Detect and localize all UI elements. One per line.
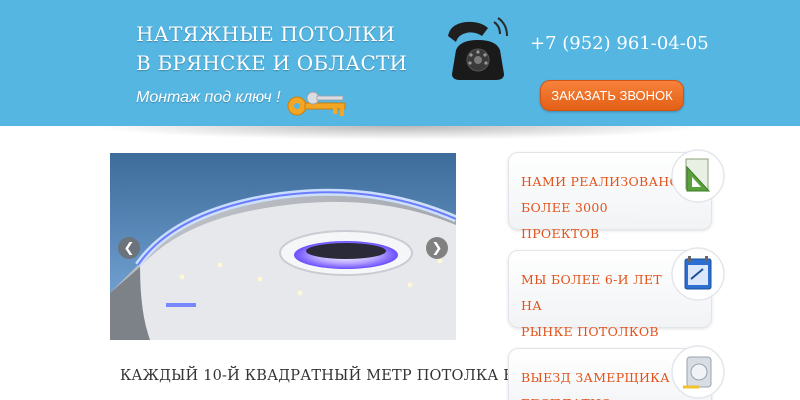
feature-card-text: МЫ БОЛЕЕ 6-И ЛЕТ НА РЫНКЕ ПОТОЛКОВ bbox=[521, 267, 681, 345]
feature-line: БОЛЕЕ 3000 ПРОЕКТОВ bbox=[521, 200, 608, 241]
phone-number[interactable]: +7 (952) 961-04-05 bbox=[530, 33, 709, 54]
site-title-line1: НАТЯЖНЫЕ ПОТОЛКИ bbox=[136, 22, 396, 46]
slider-next-button[interactable]: ❯ bbox=[426, 237, 448, 259]
keys-icon bbox=[287, 91, 346, 116]
feature-card-text: ВЫЕЗД ЗАМЕРЩИКА БЕСПЛАТНО bbox=[521, 365, 681, 400]
retro-phone-icon bbox=[448, 17, 508, 80]
feature-line: РЫНКЕ ПОТОЛКОВ bbox=[521, 324, 659, 339]
site-header: НАТЯЖНЫЕ ПОТОЛКИ В БРЯНСКЕ И ОБЛАСТИ Мон… bbox=[0, 0, 800, 126]
slider-prev-button[interactable]: ❮ bbox=[118, 237, 140, 259]
feature-card-projects[interactable]: НАМИ РЕАЛИЗОВАНО БОЛЕЕ 3000 ПРОЕКТОВ bbox=[508, 149, 725, 241]
ruler-triangle-icon bbox=[671, 149, 725, 203]
header-shadow bbox=[90, 126, 710, 140]
feature-line: МЫ БОЛЕЕ 6-И ЛЕТ НА bbox=[521, 272, 662, 313]
feature-line: БЕСПЛАТНО bbox=[521, 391, 681, 400]
ceiling-slide-image bbox=[110, 153, 456, 340]
site-title-line2: В БРЯНСКЕ И ОБЛАСТИ bbox=[136, 51, 408, 75]
measure-tape-icon bbox=[671, 345, 725, 399]
feature-card-experience[interactable]: МЫ БОЛЕЕ 6-И ЛЕТ НА РЫНКЕ ПОТОЛКОВ bbox=[508, 247, 725, 339]
feature-card-free-measure[interactable]: ВЫЕЗД ЗАМЕРЩИКА БЕСПЛАТНО bbox=[508, 345, 725, 400]
feature-card-text: НАМИ РЕАЛИЗОВАНО БОЛЕЕ 3000 ПРОЕКТОВ bbox=[521, 169, 681, 247]
image-slider[interactable]: ❮ ❯ bbox=[110, 153, 456, 340]
slogan: Монтаж под ключ ! bbox=[136, 89, 281, 106]
calendar-icon bbox=[671, 247, 725, 301]
feature-line: НАМИ РЕАЛИЗОВАНО bbox=[521, 174, 681, 189]
feature-line: ВЫЕЗД ЗАМЕРЩИКА bbox=[521, 370, 670, 385]
callback-button[interactable]: ЗАКАЗАТЬ ЗВОНОК bbox=[540, 80, 684, 111]
promo-text: КАЖДЫЙ 10-Й КВАДРАТНЫЙ МЕТР ПОТОЛКА В bbox=[120, 368, 515, 384]
